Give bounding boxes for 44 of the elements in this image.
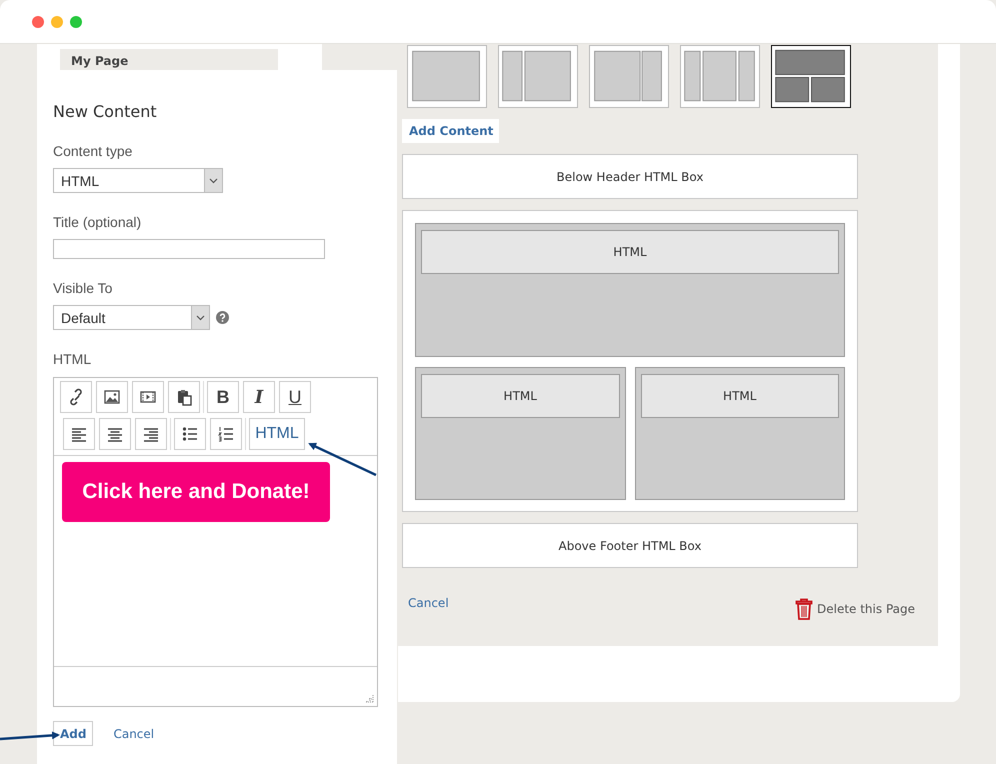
html-source-button[interactable]: HTML (249, 418, 305, 450)
content-block[interactable]: HTML (640, 374, 839, 418)
underline-button[interactable]: U (279, 381, 311, 413)
toolbar-button[interactable] (210, 418, 242, 450)
donate-button[interactable]: Click here and Donate! (62, 462, 330, 522)
resize-grip-icon[interactable] (365, 694, 374, 703)
toolbar-button[interactable] (174, 418, 206, 450)
pointer-arrow (308, 442, 377, 476)
field-label: Content type (53, 143, 132, 159)
dropdown[interactable]: HTML (53, 168, 223, 193)
cancel-link[interactable]: Cancel (113, 726, 154, 740)
content-region[interactable]: Above Footer HTML Box (402, 523, 858, 568)
toolbar-button[interactable] (135, 418, 167, 450)
content-block[interactable]: HTML (421, 230, 839, 274)
field-label: Title (optional) (53, 214, 142, 230)
dropdown[interactable]: Default (53, 305, 210, 330)
sidebar-item[interactable]: My Page (60, 47, 278, 70)
html-editor[interactable]: B I U HTML Click here and Donate! (53, 377, 378, 707)
field-label: HTML (53, 351, 92, 367)
toolbar-button[interactable] (96, 381, 128, 413)
toolbar-button[interactable] (168, 381, 200, 413)
dialog-title: New Content (53, 102, 157, 122)
toolbar-button[interactable] (99, 418, 131, 450)
add-content-tab[interactable]: Add Content (402, 119, 500, 143)
add-button[interactable]: Add (53, 721, 94, 746)
help-icon[interactable] (216, 311, 229, 324)
title-input[interactable] (53, 239, 325, 259)
delete-page-link[interactable]: Delete this Page (816, 602, 915, 616)
trash-icon[interactable] (794, 598, 813, 620)
chevron-down-icon (209, 178, 218, 184)
pointer-arrow (0, 731, 60, 740)
content-region[interactable]: Below Header HTML Box (402, 154, 858, 199)
numbered-list-icon (216, 424, 236, 444)
bold-button[interactable]: B (207, 381, 239, 413)
content-block[interactable]: HTML (421, 374, 620, 418)
toolbar-button[interactable] (60, 381, 92, 413)
close-icon[interactable] (32, 16, 44, 28)
toolbar-button[interactable] (63, 418, 95, 450)
cancel-link[interactable]: Cancel (408, 596, 449, 620)
field-label: Visible To (53, 280, 112, 296)
layout-option[interactable] (771, 45, 851, 108)
chevron-down-icon (196, 314, 205, 320)
toolbar-button[interactable] (132, 381, 164, 413)
italic-button[interactable]: I (243, 381, 275, 413)
